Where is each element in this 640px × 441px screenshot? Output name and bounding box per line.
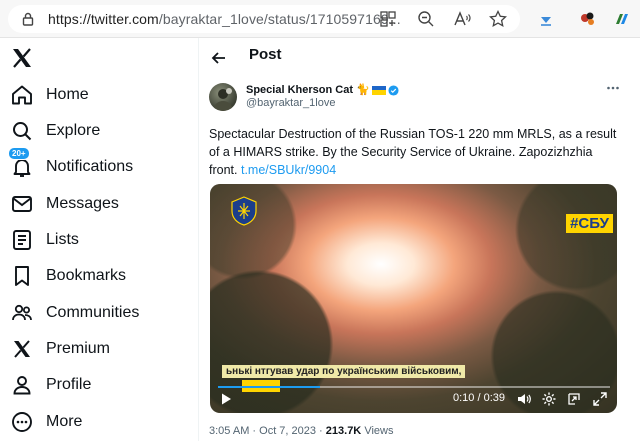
person-icon [10,373,34,397]
settings-gear-icon[interactable] [541,391,557,407]
sbu-emblem-icon [230,196,258,226]
video-subtitle: ьнькі нтгував удар по українським військ… [222,365,466,378]
url-host: https://twitter.com [48,11,159,27]
x-logo-icon[interactable] [10,46,34,70]
notification-count-badge: 20+ [8,147,30,160]
bookmark-icon [10,264,34,288]
read-aloud-icon[interactable] [452,9,472,29]
sidebar-item-label: Communities [46,304,140,321]
post-column: Post Special Kherson Cat 🐈 @bayraktar_1l… [199,38,640,441]
sidebar-item-messages[interactable]: Messages [0,186,196,222]
sidebar-item-more[interactable]: More [0,404,196,440]
grid-view-icon[interactable] [378,9,398,29]
page-title: Post [249,46,282,63]
sidebar-item-lists[interactable]: Lists [0,222,196,258]
sidebar: Home Explore 20+ Notifications Messages … [0,38,198,441]
tweet-text: Spectacular Destruction of the Russian T… [209,125,624,179]
favorite-star-icon[interactable] [488,9,508,29]
sidebar-item-label: More [46,413,83,430]
fullscreen-icon[interactable] [592,391,608,407]
cat-emoji: 🐈 [356,84,370,96]
sidebar-item-label: Notifications [46,158,134,175]
views-label: Views [361,425,394,437]
ukraine-flag-icon [371,85,386,95]
address-bar[interactable]: https://twitter.com/bayraktar_1love/stat… [8,5,520,33]
tweet-link[interactable]: t.me/SBUkr/9904 [241,163,336,177]
more-circle-icon [10,410,34,434]
url-path: /bayraktar_1love/status/1710597169... [158,11,401,27]
author-name-text: Special Kherson Cat [246,84,353,96]
sidebar-item-label: Premium [46,340,111,357]
sidebar-item-notifications[interactable]: 20+ Notifications [0,147,196,185]
browser-toolbar: https://twitter.com/bayraktar_1love/stat… [0,0,640,38]
author-handle[interactable]: @bayraktar_1love [246,97,335,109]
sidebar-item-premium[interactable]: Premium [0,331,196,367]
search-icon [10,119,34,143]
sidebar-item-explore[interactable]: Explore [0,113,196,149]
sidebar-item-label: Profile [46,376,92,393]
video-time: 0:10 / 0:39 [453,392,506,404]
sidebar-item-bookmarks[interactable]: Bookmarks [0,258,196,294]
tweet-metadata: 3:05 AM · Oct 7, 2023 · 213.7K Views [209,425,393,437]
sidebar-item-label: Home [46,86,89,103]
verified-badge-icon[interactable] [388,85,399,96]
video-frame [210,184,617,413]
video-progress-fill [218,386,320,388]
more-options-icon[interactable] [605,80,621,96]
people-icon [10,301,34,325]
sidebar-item-label: Explore [46,122,101,139]
download-icon[interactable] [536,9,556,29]
video-player[interactable]: #СБУ ьнькі нтгував удар по українським в… [210,184,617,413]
video-progress-bar[interactable] [218,386,610,388]
sidebar-item-label: Lists [46,231,79,248]
avatar[interactable] [209,83,237,111]
list-icon [10,228,34,252]
sidebar-item-label: Bookmarks [46,267,127,284]
sidebar-item-label: Messages [46,195,119,212]
sidebar-item-home[interactable]: Home [0,77,196,113]
copilot-icon[interactable] [612,9,632,29]
views-count: 213.7K [325,425,362,437]
author-name[interactable]: Special Kherson Cat 🐈 [246,83,399,96]
sidebar-item-profile[interactable]: Profile [0,367,196,403]
lock-icon[interactable] [20,11,36,27]
zoom-icon[interactable] [416,9,436,29]
sbu-hashtag-label: #СБУ [566,214,613,233]
url-text[interactable]: https://twitter.com/bayraktar_1love/stat… [48,11,401,27]
video-duration: 0:39 [483,392,506,404]
play-icon[interactable] [218,391,234,407]
home-icon [10,83,34,107]
tweet-timestamp[interactable]: 3:05 AM · Oct 7, 2023 · [209,425,326,437]
sidebar-item-communities[interactable]: Communities [0,295,196,331]
extension-icon[interactable] [578,9,598,29]
mail-icon [10,192,34,216]
video-current-time: 0:10 [453,392,475,404]
picture-in-picture-icon[interactable] [566,391,582,407]
volume-icon[interactable] [516,391,532,407]
x-icon [10,337,34,361]
back-arrow-icon[interactable] [209,48,229,68]
